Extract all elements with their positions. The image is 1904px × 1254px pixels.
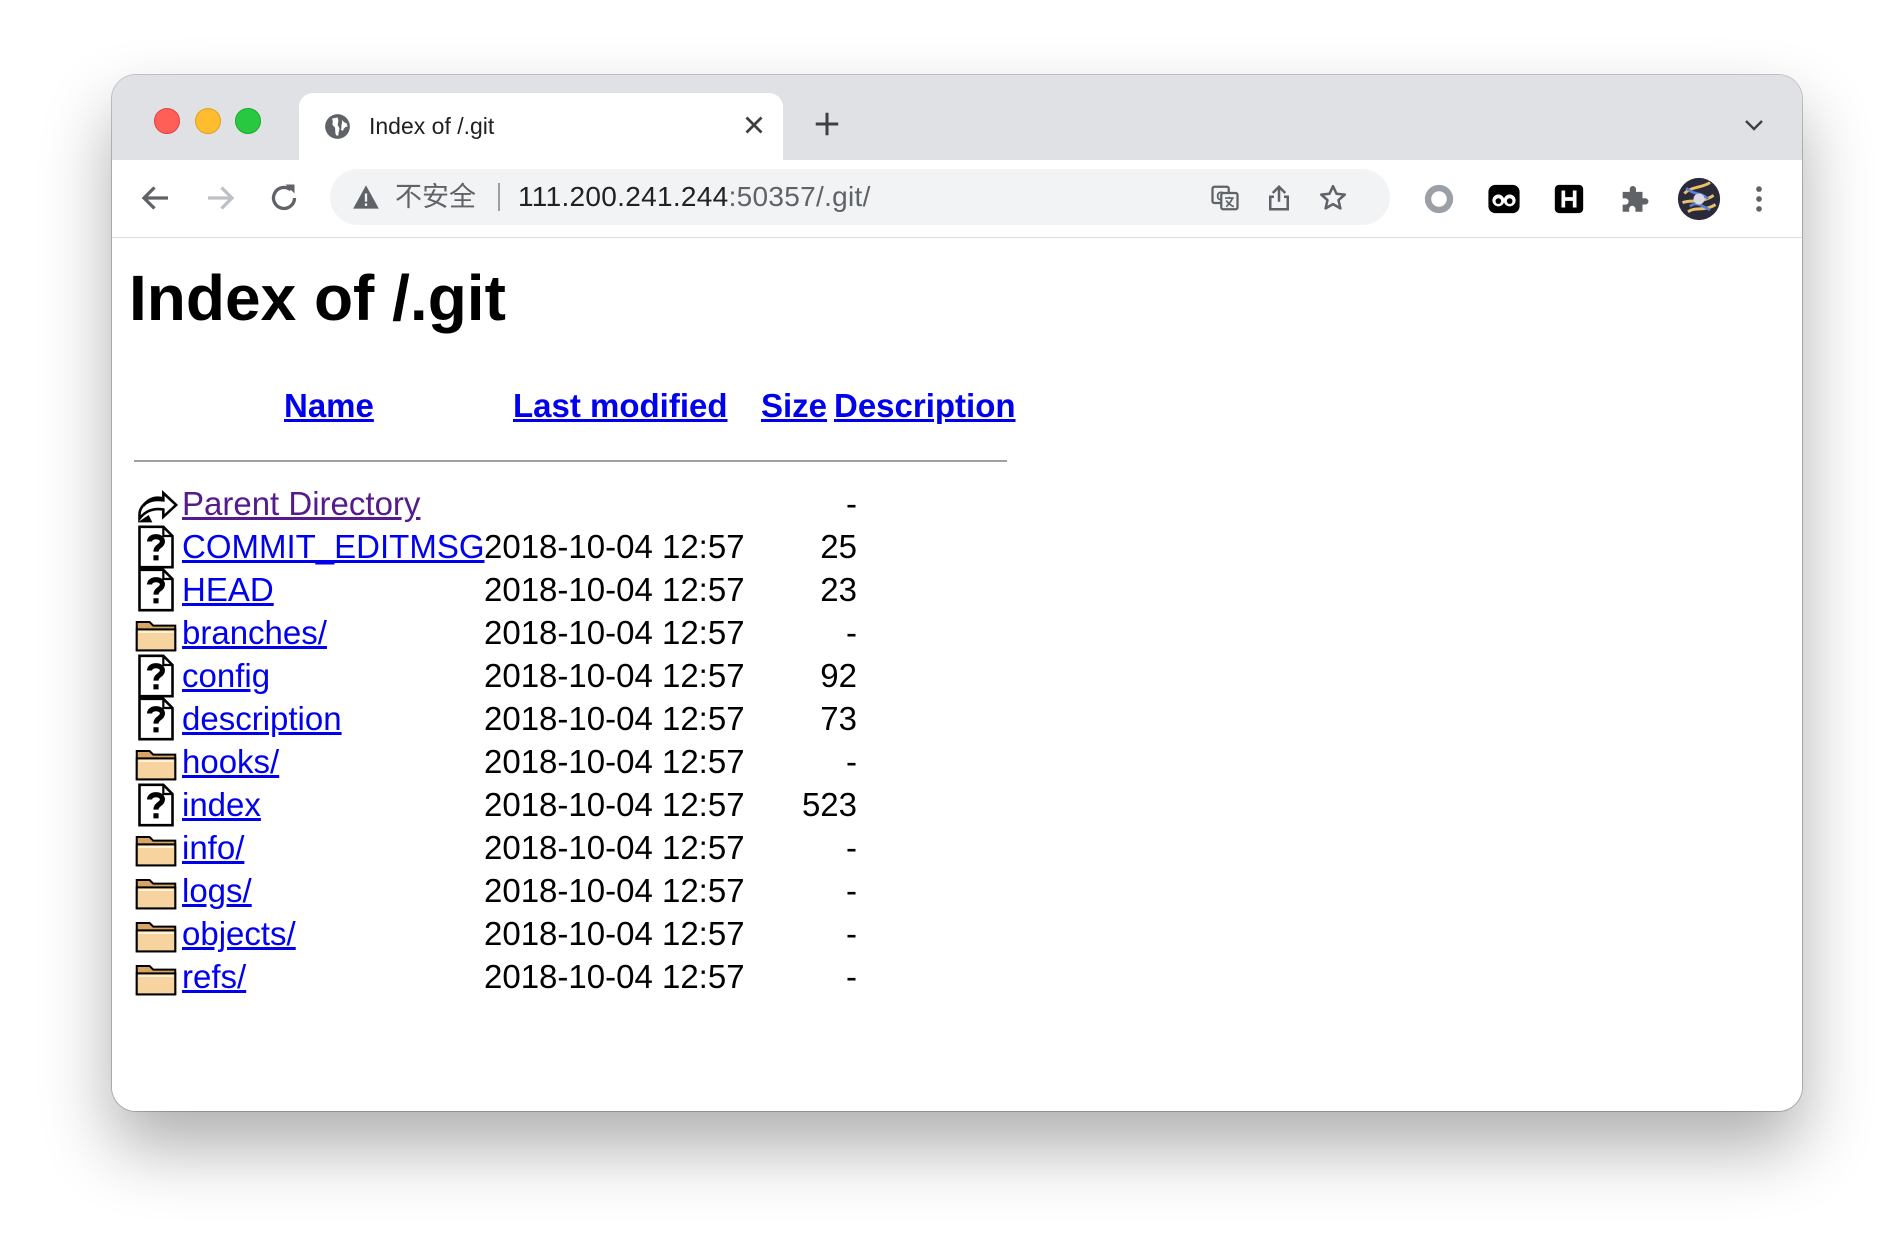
url-path: :50357/.git/ (728, 181, 871, 212)
globe-icon (325, 114, 350, 139)
close-icon[interactable] (739, 110, 769, 140)
folder-icon (134, 955, 178, 999)
translate-icon[interactable]: G (1210, 183, 1240, 213)
entry-size: - (846, 958, 857, 995)
extension-circle-icon[interactable] (1422, 182, 1456, 216)
page-content: Index of /.git Name Last modified Size D… (112, 238, 1802, 1111)
forward-arrow-icon[interactable] (202, 180, 238, 216)
entry-link[interactable]: refs/ (182, 951, 246, 1003)
new-tab-button[interactable] (812, 109, 842, 139)
tab-active[interactable]: Index of /.git (299, 93, 783, 160)
extension-h-icon[interactable] (1552, 182, 1586, 216)
unknown-file-icon (134, 525, 178, 569)
back-arrow-icon[interactable] (138, 180, 174, 216)
page-title: Index of /.git (129, 262, 506, 334)
unknown-file-icon (134, 654, 178, 698)
folder-icon (134, 826, 178, 870)
share-icon[interactable] (1264, 183, 1294, 213)
avatar[interactable] (1677, 177, 1721, 221)
minimize-window-button[interactable] (195, 108, 221, 134)
folder-icon (134, 869, 178, 913)
sort-last-modified-link[interactable]: Last modified (513, 386, 728, 426)
tab-strip: Index of /.git (112, 75, 1802, 160)
warning-icon[interactable] (352, 184, 380, 210)
unknown-file-icon (134, 697, 178, 741)
tab-title: Index of /.git (369, 113, 495, 139)
omnibox-divider (498, 183, 500, 211)
sort-description-link[interactable]: Description (834, 386, 1016, 426)
folder-icon (134, 912, 178, 956)
browser-toolbar: 不安全 111.200.241.244:50357/.git/ G (112, 160, 1802, 238)
url-text[interactable]: 111.200.241.244:50357/.git/ (518, 180, 871, 214)
unknown-file-icon (134, 568, 178, 612)
url-host: 111.200.241.244 (518, 181, 729, 212)
sort-name-link[interactable]: Name (284, 386, 374, 426)
menu-kebab-icon[interactable] (1742, 182, 1776, 216)
back-icon (134, 482, 178, 526)
star-icon[interactable] (1318, 183, 1348, 213)
reload-icon[interactable] (266, 180, 302, 216)
chevron-down-icon[interactable] (1742, 113, 1766, 137)
security-label[interactable]: 不安全 (395, 181, 476, 213)
zoom-window-button[interactable] (235, 108, 261, 134)
close-window-button[interactable] (154, 108, 180, 134)
puzzle-icon[interactable] (1617, 182, 1651, 216)
folder-icon (134, 611, 178, 655)
unknown-file-icon (134, 783, 178, 827)
address-bar[interactable]: 不安全 111.200.241.244:50357/.git/ G (330, 169, 1390, 225)
header-divider (134, 460, 1007, 462)
extension-eyes-icon[interactable] (1487, 182, 1521, 216)
browser-window: Index of /.git 不安全 111.200.241.244:50357… (112, 75, 1802, 1111)
sort-size-link[interactable]: Size (761, 386, 827, 426)
folder-icon (134, 740, 178, 784)
